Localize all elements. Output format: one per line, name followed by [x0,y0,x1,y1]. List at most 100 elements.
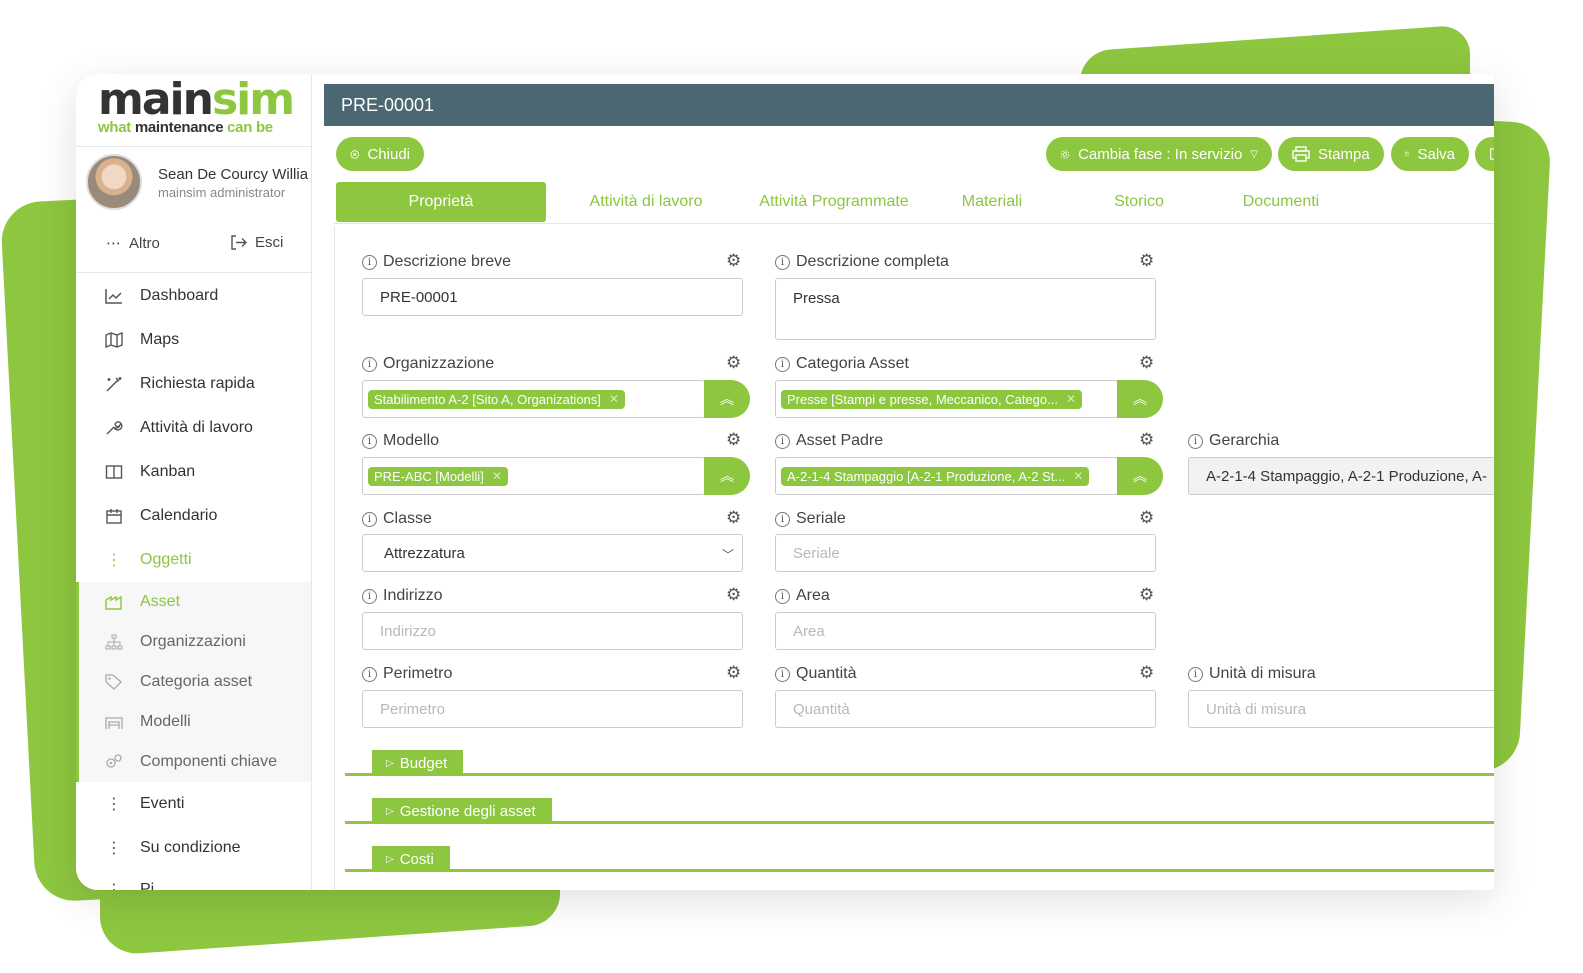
nav-label: Maps [140,331,180,348]
address-label: i Indirizzo [362,587,443,605]
close-button[interactable]: Chiudi [336,137,424,171]
gear-icon [1060,149,1070,159]
close-circle-icon [350,149,359,159]
collapse-button[interactable]: ︽ [1117,457,1163,495]
collapse-button[interactable]: ︽ [704,380,750,418]
document-icon [1490,148,1494,160]
section-asset-management-toggle[interactable]: ▷ Gestione degli asset [372,798,552,824]
gear-icon[interactable]: ⚙ [1139,430,1154,450]
gear-icon[interactable]: ⚙ [1139,663,1154,683]
quantity-input[interactable]: Quantità [775,690,1156,728]
nav-label: Eventi [140,795,185,812]
full-desc-textarea[interactable]: Pressa [775,278,1156,340]
gear-icon[interactable]: ⚙ [726,251,741,271]
perimeter-input[interactable]: Perimetro [362,690,743,728]
nav-kanban[interactable]: Kanban [76,452,311,492]
record-titlebar: PRE-00001 [324,84,1494,126]
nav-dashboard[interactable]: Dashboard [76,276,311,316]
mainsim-logo[interactable]: mainsim what maintenance can be [98,78,298,142]
collapse-button[interactable]: ︽ [704,457,750,495]
nav-quick-request[interactable]: Richiesta rapida [76,364,311,404]
tab-materials[interactable]: Materiali [942,182,1042,222]
nav-on-condition[interactable]: ⋮ Su condizione [76,828,311,868]
address-input[interactable]: Indirizzo [362,612,743,650]
tab-documents[interactable]: Documenti [1226,182,1336,222]
info-icon: i [362,254,377,270]
gear-icon[interactable]: ⚙ [1139,353,1154,373]
remove-chip-icon[interactable]: ✕ [1073,469,1083,483]
more-actions-button[interactable] [1475,137,1494,171]
gear-icon[interactable]: ⚙ [1139,585,1154,605]
save-button[interactable]: Salva [1391,137,1469,171]
more-button[interactable]: ⋯ Altro [106,234,160,253]
nav-objects[interactable]: ⋮ Oggetti [76,540,311,580]
gear-icon[interactable]: ⚙ [726,585,741,605]
caret-down-icon: ▽ [1250,148,1258,160]
remove-chip-icon[interactable]: ✕ [1066,392,1076,406]
nav-item-cut-off[interactable]: ⋮ Pi [76,870,311,890]
nav-asset[interactable]: Asset [76,582,311,622]
organization-label: i Organizzazione [362,355,494,373]
gear-icon[interactable]: ⚙ [1139,508,1154,528]
serial-label: i Seriale [775,510,846,528]
logo-wordmark: mainsim [98,74,295,125]
class-value: Attrezzatura [384,544,465,562]
gear-icon[interactable]: ⚙ [726,508,741,528]
nav-calendar[interactable]: Calendario [76,496,311,536]
organization-select[interactable]: Stabilimento A-2 [Sito A, Organizations]… [362,380,705,418]
info-icon: i [362,433,377,449]
model-select[interactable]: PRE-ABC [Modelli] ✕ [362,457,705,495]
avatar[interactable] [86,154,142,210]
print-button[interactable]: Stampa [1278,137,1384,171]
section-budget-toggle[interactable]: ▷ Budget [372,750,464,776]
main-content: PRE-00001 Chiudi Cambia fase : In serviz… [324,84,1494,890]
tab-properties[interactable]: Proprietà [336,182,546,222]
nav-key-components[interactable]: Componenti chiave [76,742,311,782]
vertical-ellipsis-icon: ⋮ [106,796,122,813]
tab-work-activities[interactable]: Attività di lavoro [566,182,726,222]
nav-organizations[interactable]: Organizzazioni [76,622,311,662]
asset-category-select[interactable]: Presse [Stampi e presse, Meccanico, Cate… [775,380,1118,418]
short-desc-input[interactable]: PRE-00001 [362,278,743,316]
nav-asset-category[interactable]: Categoria asset [76,662,311,702]
vertical-ellipsis-icon: ⋮ [106,840,122,857]
remove-chip-icon[interactable]: ✕ [609,392,619,406]
change-phase-button[interactable]: Cambia fase : In servizio ▽ [1046,137,1272,171]
gear-icon[interactable]: ⚙ [726,353,741,373]
parent-asset-chip: A-2-1-4 Stampaggio [A-2-1 Produzione, A-… [781,466,1090,486]
nav-label: Componenti chiave [140,753,277,770]
gear-icon[interactable]: ⚙ [1139,251,1154,271]
hierarchy-field: A-2-1-4 Stampaggio, A-2-1 Produzione, A- [1188,457,1494,495]
area-input[interactable]: Area [775,612,1156,650]
properties-panel: i Descrizione breve ⚙ PRE-00001 i Descrizi… [334,226,1494,890]
info-icon: i [775,588,790,604]
nav-models[interactable]: Modelli [76,702,311,742]
floppy-icon [1405,151,1410,157]
collapse-button[interactable]: ︽ [1117,380,1163,418]
nav-work-activities[interactable]: Attività di lavoro [76,408,311,448]
remove-chip-icon[interactable]: ✕ [492,469,502,483]
caret-right-icon: ▷ [386,853,394,865]
info-icon: i [775,433,790,449]
logout-button[interactable]: Esci [230,234,283,251]
gear-icon[interactable]: ⚙ [726,663,741,683]
class-select[interactable]: Attrezzatura ﹀ [362,534,743,572]
full-desc-label: i Descrizione completa [775,253,949,271]
nav-maps[interactable]: Maps [76,320,311,360]
info-icon: i [1188,666,1203,682]
record-tabs: Proprietà Attività di lavoro Attività Pr… [334,182,1494,224]
nav-events[interactable]: ⋮ Eventi [76,784,311,824]
tab-scheduled-activities[interactable]: Attività Programmate [744,182,924,222]
nav-label: Calendario [140,507,218,524]
info-icon: i [1188,433,1203,449]
parent-asset-select[interactable]: A-2-1-4 Stampaggio [A-2-1 Produzione, A-… [775,457,1118,495]
serial-input[interactable]: Seriale [775,534,1156,572]
nav-label: Kanban [140,463,196,480]
info-icon: i [362,666,377,682]
section-costs-toggle[interactable]: ▷ Costi [372,846,450,872]
unit-input[interactable]: Unità di misura [1188,690,1494,728]
wrench-icon [104,420,124,436]
tab-history[interactable]: Storico [1094,182,1184,222]
vertical-ellipsis-icon: ⋮ [104,880,124,890]
gear-icon[interactable]: ⚙ [726,430,741,450]
